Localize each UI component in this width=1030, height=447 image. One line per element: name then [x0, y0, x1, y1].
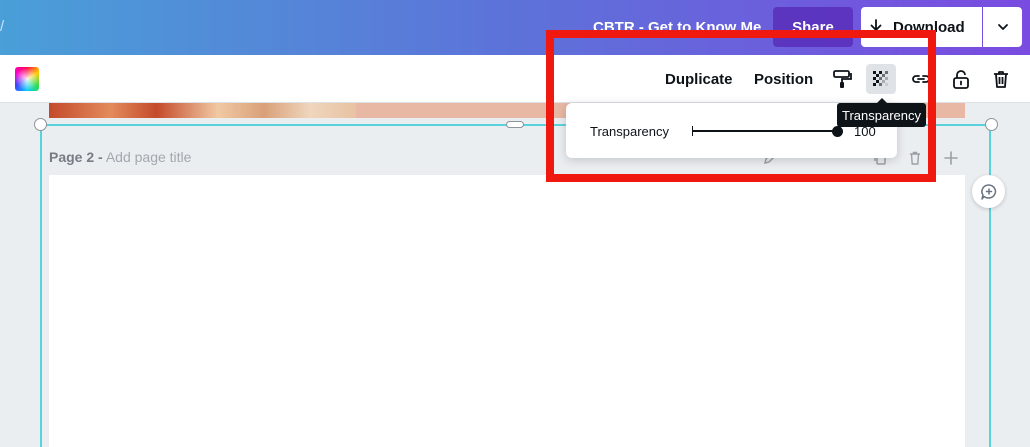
breadcrumb[interactable]: / [0, 18, 4, 35]
page-title[interactable]: Page 2 - Add page title [49, 149, 191, 165]
add-page-button[interactable] [941, 148, 961, 168]
chevron-down-icon [997, 24, 1008, 30]
page-title-placeholder[interactable]: Add page title [106, 149, 192, 165]
lock-button[interactable] [946, 64, 976, 94]
color-picker-button[interactable] [15, 67, 39, 91]
resize-handle-top[interactable] [506, 121, 524, 128]
plus-icon [944, 151, 958, 165]
trash-icon [994, 71, 1008, 88]
page-number-label: Page 2 - [49, 149, 103, 165]
highlight-box [546, 30, 936, 182]
unlock-icon [953, 70, 969, 89]
comment-icon [980, 183, 996, 200]
resize-handle-top-left[interactable] [34, 118, 47, 131]
download-options-button[interactable] [983, 7, 1022, 47]
page-canvas[interactable] [49, 175, 965, 447]
page-1-image-strip[interactable] [49, 103, 356, 118]
delete-button[interactable] [986, 64, 1016, 94]
resize-handle-top-right[interactable] [985, 118, 998, 131]
add-comment-button[interactable] [972, 175, 1005, 208]
